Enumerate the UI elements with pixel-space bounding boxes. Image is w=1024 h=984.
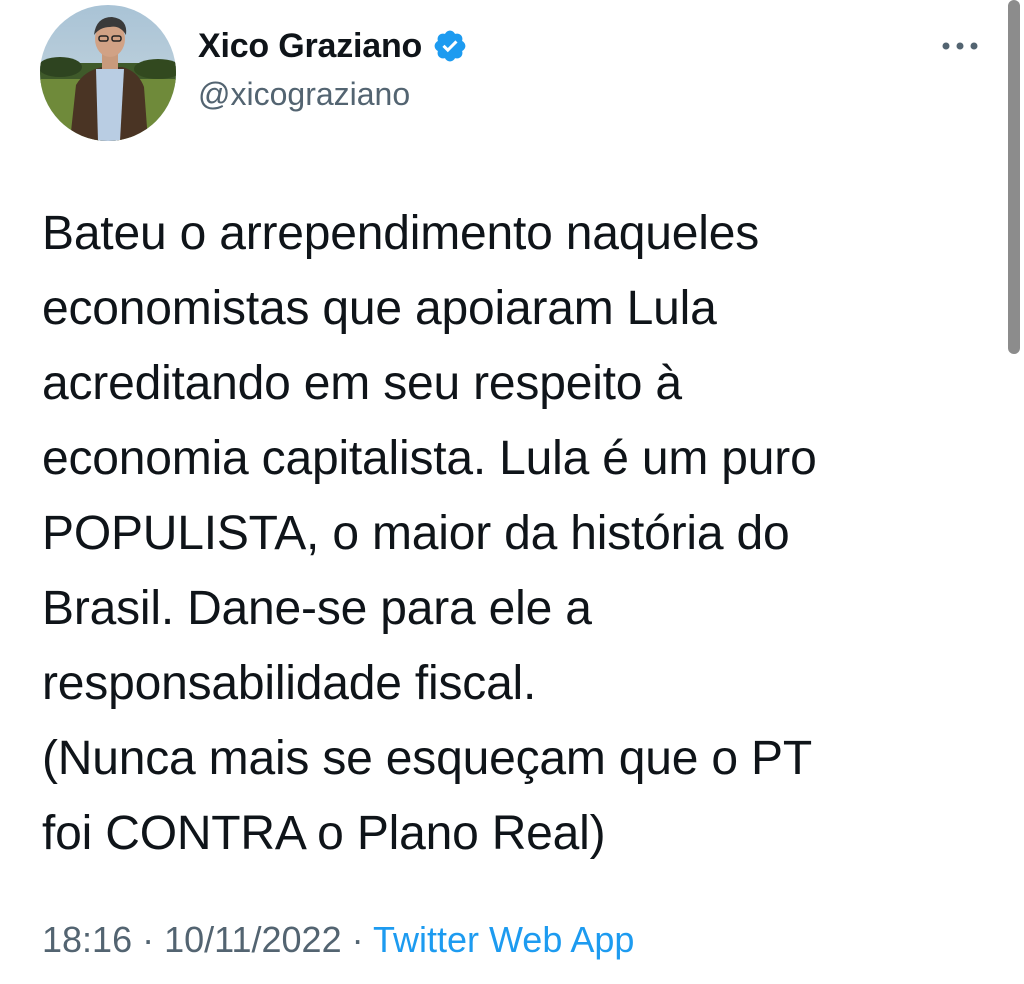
author-name-row[interactable]: Xico Graziano xyxy=(198,24,468,68)
tweet-text: Bateu o arrependimento naqueles economis… xyxy=(42,207,817,860)
tweet-metadata: 18:16 · 10/11/2022 · Twitter Web App xyxy=(42,916,634,964)
author-display-name[interactable]: Xico Graziano xyxy=(198,27,422,66)
tweet-source-link[interactable]: Twitter Web App xyxy=(373,919,634,960)
tweet: Xico Graziano @xicograziano Bateu o arre… xyxy=(0,0,1024,984)
avatar[interactable] xyxy=(40,5,176,141)
author-handle[interactable]: @xicograziano xyxy=(198,76,410,113)
tweet-date[interactable]: 10/11/2022 xyxy=(164,919,342,960)
verified-badge-icon xyxy=(432,28,468,64)
more-options-icon[interactable] xyxy=(940,36,980,56)
tweet-time[interactable]: 18:16 xyxy=(42,919,132,960)
scrollbar[interactable] xyxy=(1008,0,1020,354)
meta-separator: · xyxy=(341,919,373,960)
meta-separator: · xyxy=(132,919,165,960)
